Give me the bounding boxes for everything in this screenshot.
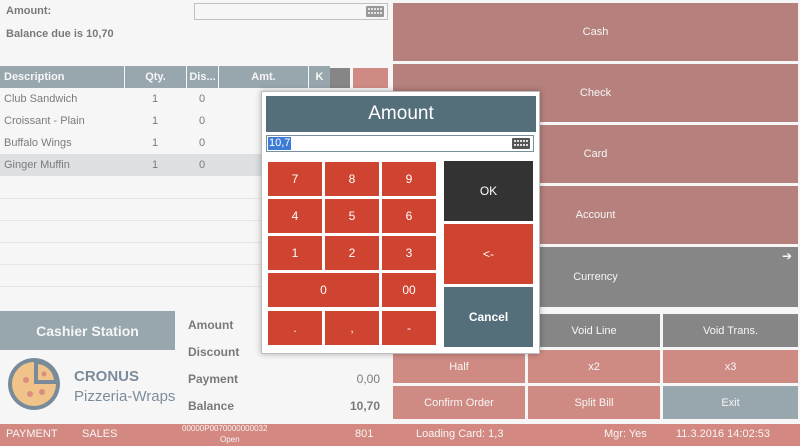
amount-dialog: Amount 10,7 7 8 9 4 5 6 1 2 3 0 00 . , -…	[261, 91, 540, 354]
status-receipt-state: Open	[220, 435, 240, 444]
currency-label: Currency	[573, 271, 618, 283]
logo-brand: CRONUS	[74, 368, 140, 385]
key-1[interactable]: 1	[267, 235, 323, 271]
dialog-input-value: 10,7	[268, 137, 292, 150]
row-qty: 1	[151, 159, 159, 171]
key-9[interactable]: 9	[381, 161, 437, 197]
key-0[interactable]: 0	[267, 272, 380, 308]
cashier-station-button[interactable]: Cashier Station	[0, 311, 175, 350]
arrow-right-icon: ➔	[781, 249, 792, 263]
cancel-button[interactable]: Cancel	[444, 287, 533, 347]
balance-due-text: Balance due is 10,70	[6, 28, 114, 40]
row-discount: 0	[198, 115, 206, 127]
backspace-button[interactable]: <-	[444, 224, 533, 284]
key-2[interactable]: 2	[324, 235, 380, 271]
x2-button[interactable]: x2	[528, 350, 660, 383]
key-minus[interactable]: -	[381, 310, 437, 346]
void-line-button[interactable]: Void Line	[528, 314, 660, 347]
logo-subtitle: Pizzeria-Wraps	[74, 388, 176, 405]
summary-balance-label: Balance	[188, 399, 235, 413]
key-5[interactable]: 5	[324, 198, 380, 234]
scroll-up-button[interactable]	[330, 68, 350, 88]
summary-payment-label: Payment	[188, 372, 239, 386]
col-qty[interactable]: Qty.	[124, 66, 186, 88]
key-4[interactable]: 4	[267, 198, 323, 234]
row-discount: 0	[198, 93, 206, 105]
summary-amount-label: Amount	[188, 318, 234, 332]
exit-button[interactable]: Exit	[663, 386, 798, 419]
row-discount: 0	[198, 137, 206, 149]
status-loading: Loading Card: 1,3	[416, 428, 504, 440]
row-qty: 1	[151, 93, 159, 105]
scroll-side-button[interactable]	[353, 68, 388, 88]
key-8[interactable]: 8	[324, 161, 380, 197]
key-comma[interactable]: ,	[324, 310, 380, 346]
void-trans-button[interactable]: Void Trans.	[663, 314, 798, 347]
key-7[interactable]: 7	[267, 161, 323, 197]
row-description: Ginger Muffin	[4, 159, 70, 171]
ok-button[interactable]: OK	[444, 161, 533, 221]
summary-discount-label: Discount	[188, 345, 240, 359]
col-description[interactable]: Description	[0, 66, 124, 88]
col-discount[interactable]: Dis...	[186, 66, 218, 88]
amount-label: Amount:	[6, 5, 52, 17]
key-period[interactable]: .	[267, 310, 323, 346]
keyboard-icon[interactable]	[366, 6, 384, 17]
keyboard-icon[interactable]	[512, 138, 530, 149]
col-amount[interactable]: Amt.	[218, 66, 308, 88]
status-receipt-no: 00000P0070000000032	[182, 424, 268, 433]
summary-payment-value: 0,00	[356, 372, 380, 386]
row-description: Club Sandwich	[4, 93, 78, 105]
status-terminal: 801	[355, 428, 374, 440]
half-button[interactable]: Half	[393, 350, 525, 383]
row-qty: 1	[151, 137, 159, 149]
key-3[interactable]: 3	[381, 235, 437, 271]
key-00[interactable]: 00	[381, 272, 437, 308]
status-manager: Mgr: Yes	[604, 428, 647, 440]
pizza-logo-icon	[8, 358, 60, 410]
confirm-order-button[interactable]: Confirm Order	[393, 386, 525, 419]
dialog-title: Amount	[266, 96, 536, 132]
table-header: Description Qty. Dis... Amt. K	[0, 66, 330, 88]
status-mode: PAYMENT	[6, 428, 58, 440]
x3-button[interactable]: x3	[663, 350, 798, 383]
summary-balance-value: 10,70	[349, 399, 380, 413]
status-sales: SALES	[82, 428, 118, 440]
amount-input[interactable]	[194, 3, 388, 20]
cronus-logo	[6, 356, 66, 412]
col-k[interactable]: K	[308, 66, 330, 88]
cash-button[interactable]: Cash	[393, 3, 798, 61]
row-discount: 0	[198, 159, 206, 171]
row-description: Buffalo Wings	[4, 137, 72, 149]
row-description: Croissant - Plain	[4, 115, 85, 127]
key-6[interactable]: 6	[381, 198, 437, 234]
split-bill-button[interactable]: Split Bill	[528, 386, 660, 419]
status-bar: PAYMENT SALES 00000P0070000000032 Open 8…	[0, 424, 800, 446]
row-qty: 1	[151, 115, 159, 127]
dialog-amount-input[interactable]: 10,7	[266, 135, 534, 152]
status-datetime: 11.3.2016 14:02:53	[676, 428, 770, 440]
